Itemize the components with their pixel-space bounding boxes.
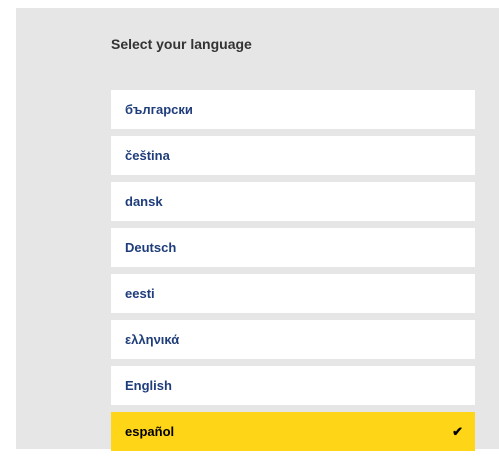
language-list: български čeština dansk Deutsch eesti ελ… <box>111 90 475 458</box>
check-icon: ✔ <box>452 423 463 439</box>
language-option-bg[interactable]: български <box>111 90 475 129</box>
language-label: dansk <box>125 194 163 209</box>
language-label: Deutsch <box>125 240 177 255</box>
language-option-et[interactable]: eesti <box>111 274 475 313</box>
language-label: English <box>125 378 172 393</box>
language-option-es[interactable]: español ✔ <box>111 412 475 451</box>
language-option-en[interactable]: English <box>111 366 475 405</box>
language-label: čeština <box>125 148 170 163</box>
language-label: eesti <box>125 286 155 301</box>
page-title: Select your language <box>111 36 252 52</box>
language-selector-panel: Select your language български čeština d… <box>16 8 499 451</box>
language-label: español <box>125 424 175 439</box>
language-option-da[interactable]: dansk <box>111 182 475 221</box>
language-option-el[interactable]: ελληνικά <box>111 320 475 359</box>
language-label: български <box>125 102 193 117</box>
language-option-cs[interactable]: čeština <box>111 136 475 175</box>
language-option-de[interactable]: Deutsch <box>111 228 475 267</box>
language-label: ελληνικά <box>125 332 180 347</box>
